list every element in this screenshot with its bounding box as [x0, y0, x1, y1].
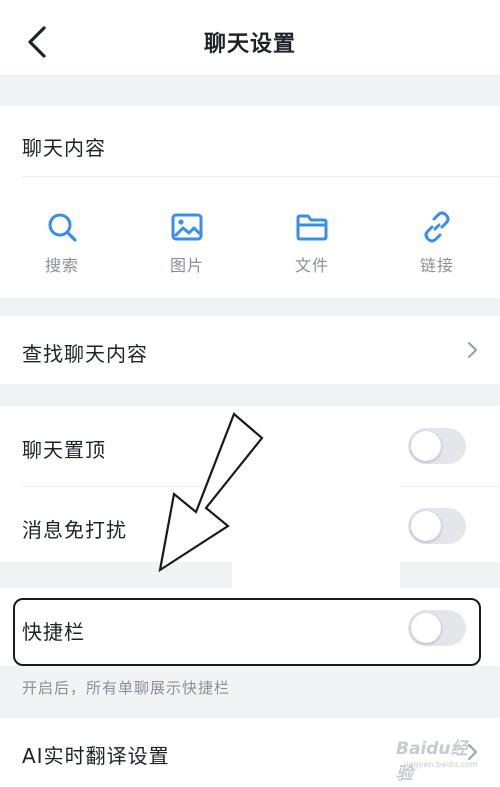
link-icon: [424, 211, 450, 243]
search-tool-button[interactable]: 搜索: [12, 204, 112, 284]
chat-settings-screen: 航 聊天设置 聊天内容 搜索: [0, 0, 500, 787]
ai-translate-settings-label: AI实时翻译设置: [22, 744, 170, 768]
chat-content-tools: 搜索 图片 文件 链接: [0, 204, 500, 284]
chat-content-title: 聊天内容: [22, 136, 106, 160]
watermark-text: Baidu经验: [396, 739, 468, 784]
watermark-subtext: jingyan.baidu.com: [404, 760, 478, 769]
annotation-backdrop: [232, 406, 400, 590]
link-tool-label: 链接: [419, 256, 454, 275]
search-tool-label: 搜索: [44, 256, 79, 275]
file-tool-label: 文件: [294, 256, 329, 275]
image-icon: [171, 213, 203, 241]
link-tool-button[interactable]: 链接: [387, 204, 487, 284]
find-chat-content-row[interactable]: 查找聊天内容: [0, 316, 500, 384]
baidu-watermark: Baidu经验 jingyan.baidu.com: [396, 730, 478, 784]
image-tool-button[interactable]: 图片: [137, 204, 237, 284]
shortcut-bar-hint: 开启后，所有单聊展示快捷栏: [22, 679, 231, 697]
divider: [22, 176, 500, 177]
toggle-knob: [411, 511, 441, 541]
chat-content-section: 聊天内容 搜索 图片 文件 链接: [0, 106, 500, 298]
pin-chat-label: 聊天置顶: [22, 438, 106, 462]
shortcut-bar-row: 快捷栏: [0, 588, 500, 666]
mute-notifications-toggle[interactable]: [408, 508, 466, 544]
folder-icon: [296, 214, 328, 241]
file-tool-button[interactable]: 文件: [262, 204, 362, 284]
search-icon: [48, 213, 77, 242]
toggle-knob: [411, 431, 441, 461]
pin-chat-toggle[interactable]: [408, 428, 466, 464]
shortcut-bar-label: 快捷栏: [22, 620, 85, 644]
image-tool-label: 图片: [169, 256, 204, 275]
mute-notifications-label: 消息免打扰: [22, 518, 127, 542]
chevron-right-icon: [468, 342, 477, 358]
toggle-knob: [411, 613, 441, 643]
nav-header: 聊天设置: [0, 0, 500, 76]
find-chat-content-label: 查找聊天内容: [22, 342, 148, 366]
page-title: 聊天设置: [203, 32, 296, 57]
shortcut-bar-toggle[interactable]: [408, 610, 466, 646]
